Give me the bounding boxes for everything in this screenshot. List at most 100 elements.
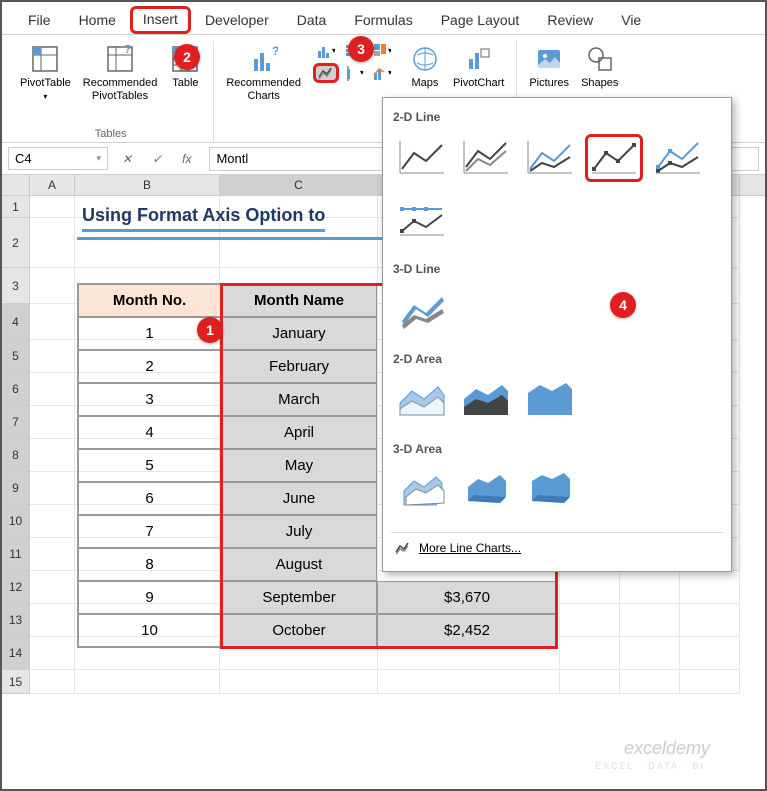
cell-A1[interactable] <box>30 196 75 218</box>
pictures-button[interactable]: Pictures <box>525 41 573 92</box>
cell-A8[interactable] <box>30 439 75 472</box>
cell-A4[interactable] <box>30 304 75 340</box>
cell-E15[interactable] <box>560 670 620 694</box>
cell-month-name[interactable]: January <box>221 317 377 350</box>
line-chart-option-5[interactable] <box>649 134 707 182</box>
row-header-6[interactable]: 6 <box>2 373 30 406</box>
cancel-formula-button[interactable]: ✕ <box>116 152 138 166</box>
cell-A14[interactable] <box>30 637 75 670</box>
enter-formula-button[interactable]: ✓ <box>146 152 168 166</box>
cell-A6[interactable] <box>30 373 75 406</box>
tab-review[interactable]: Review <box>533 6 607 34</box>
tab-file[interactable]: File <box>14 6 65 34</box>
cell-month-name[interactable]: March <box>221 383 377 416</box>
col-header-c[interactable]: C <box>220 175 378 195</box>
row-header-10[interactable]: 10 <box>2 505 30 538</box>
cell-F14[interactable] <box>620 637 680 670</box>
cell-month-no[interactable]: 3 <box>78 383 221 416</box>
cell-month-name[interactable]: July <box>221 515 377 548</box>
cell-month-no[interactable]: 5 <box>78 449 221 482</box>
pivotchart-button[interactable]: PivotChart <box>449 41 508 92</box>
3d-line-option[interactable] <box>393 286 451 334</box>
3d-area-option-1[interactable] <box>393 466 451 514</box>
cell-A7[interactable] <box>30 406 75 439</box>
row-header-2[interactable]: 2 <box>2 218 30 268</box>
row-header-14[interactable]: 14 <box>2 637 30 670</box>
header-month-name[interactable]: Month Name <box>221 284 377 317</box>
cell-F12[interactable] <box>620 571 680 604</box>
line-chart-option-2[interactable] <box>457 134 515 182</box>
name-box[interactable]: C4 ▾ <box>8 147 108 170</box>
row-header-1[interactable]: 1 <box>2 196 30 218</box>
cell-A9[interactable] <box>30 472 75 505</box>
tab-insert[interactable]: Insert <box>130 6 191 34</box>
combo-chart-button[interactable]: ▾ <box>369 63 395 83</box>
cell-G14[interactable] <box>680 637 740 670</box>
3d-area-option-2[interactable] <box>457 466 515 514</box>
cell-A13[interactable] <box>30 604 75 637</box>
cell-month-no[interactable]: 10 <box>78 614 221 647</box>
cell-month-name[interactable]: August <box>221 548 377 581</box>
row-header-3[interactable]: 3 <box>2 268 30 304</box>
cell-A5[interactable] <box>30 340 75 373</box>
row-header-9[interactable]: 9 <box>2 472 30 505</box>
cell-E14[interactable] <box>560 637 620 670</box>
cell-B15[interactable] <box>75 670 220 694</box>
cell-month-no[interactable]: 9 <box>78 581 221 614</box>
3d-area-option-3[interactable] <box>521 466 579 514</box>
cell-G12[interactable] <box>680 571 740 604</box>
cell-A2[interactable] <box>30 218 75 268</box>
cell-F13[interactable] <box>620 604 680 637</box>
line-chart-markers-option[interactable] <box>585 134 643 182</box>
line-chart-option-6[interactable] <box>393 196 451 244</box>
cell-month-no[interactable]: 4 <box>78 416 221 449</box>
tab-data[interactable]: Data <box>283 6 341 34</box>
cell-month-name[interactable]: February <box>221 350 377 383</box>
row-header-5[interactable]: 5 <box>2 340 30 373</box>
maps-button[interactable]: Maps <box>405 41 445 92</box>
statistic-chart-button[interactable]: ▾ <box>341 63 367 83</box>
recommended-charts-button[interactable]: ? Recommended Charts <box>222 41 305 105</box>
row-header-11[interactable]: 11 <box>2 538 30 571</box>
cell-E13[interactable] <box>560 604 620 637</box>
cell-F15[interactable] <box>620 670 680 694</box>
cell-month-no[interactable]: 8 <box>78 548 221 581</box>
fx-button[interactable]: fx <box>176 152 197 166</box>
cell-A15[interactable] <box>30 670 75 694</box>
col-header-a[interactable]: A <box>30 175 75 195</box>
line-chart-option-1[interactable] <box>393 134 451 182</box>
cell-month-name[interactable]: May <box>221 449 377 482</box>
area-option-2[interactable] <box>457 376 515 424</box>
area-option-1[interactable] <box>393 376 451 424</box>
cell-value[interactable]: $2,452 <box>377 614 557 647</box>
shapes-button[interactable]: Shapes <box>577 41 622 92</box>
cell-month-no[interactable]: 2 <box>78 350 221 383</box>
row-header-7[interactable]: 7 <box>2 406 30 439</box>
line-chart-button[interactable]: ▾ <box>313 63 339 83</box>
cell-month-name[interactable]: April <box>221 416 377 449</box>
col-header-b[interactable]: B <box>75 175 220 195</box>
tab-home[interactable]: Home <box>65 6 130 34</box>
area-option-3[interactable] <box>521 376 579 424</box>
column-chart-button[interactable]: ▾ <box>313 41 339 61</box>
cell-month-no[interactable]: 6 <box>78 482 221 515</box>
cell-A12[interactable] <box>30 571 75 604</box>
tab-developer[interactable]: Developer <box>191 6 283 34</box>
select-all-corner[interactable] <box>2 175 30 195</box>
cell-D15[interactable] <box>378 670 560 694</box>
row-header-4[interactable]: 4 <box>2 304 30 340</box>
cell-G13[interactable] <box>680 604 740 637</box>
cell-A11[interactable] <box>30 538 75 571</box>
tab-view[interactable]: Vie <box>607 6 655 34</box>
cell-E12[interactable] <box>560 571 620 604</box>
cell-A3[interactable] <box>30 268 75 304</box>
more-line-charts-link[interactable]: More Line Charts... <box>391 532 723 563</box>
tab-formulas[interactable]: Formulas <box>340 6 426 34</box>
tab-pagelayout[interactable]: Page Layout <box>427 6 534 34</box>
cell-C15[interactable] <box>220 670 378 694</box>
cell-month-no[interactable]: 7 <box>78 515 221 548</box>
cell-month-name[interactable]: October <box>221 614 377 647</box>
header-month-no[interactable]: Month No. <box>78 284 221 317</box>
cell-month-name[interactable]: September <box>221 581 377 614</box>
line-chart-option-3[interactable] <box>521 134 579 182</box>
